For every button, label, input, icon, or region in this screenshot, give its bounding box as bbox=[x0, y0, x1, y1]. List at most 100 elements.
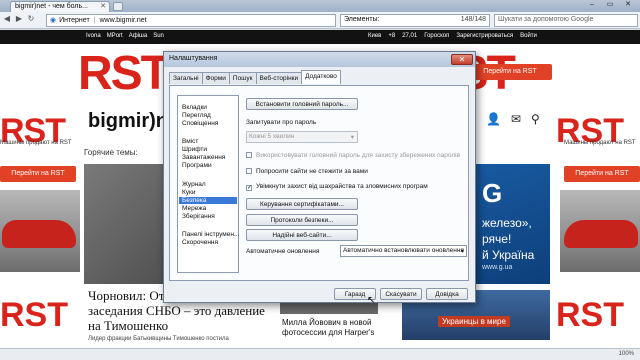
rst-banner-logo[interactable]: RST bbox=[78, 46, 170, 101]
checkbox-label: Попросити сайти не стежити за вами bbox=[256, 168, 368, 175]
minimize-icon[interactable]: – bbox=[584, 0, 600, 10]
blue-ad-text: G bbox=[482, 178, 503, 208]
category-list: Вкладки Перегляд Сповіщення Вміст Шрифти… bbox=[177, 95, 239, 273]
category-item[interactable]: Вміст bbox=[182, 138, 198, 145]
rst-right-logo-bottom[interactable]: RST bbox=[556, 296, 624, 335]
search-input[interactable]: Шукати за допомогою Google bbox=[494, 14, 638, 27]
set-master-password-button[interactable]: Встановити головний пароль... bbox=[246, 98, 358, 110]
blue-ad-text: ряче! bbox=[482, 232, 512, 246]
navigation-bar: ◀ ▶ ↻ ◉ Интернет | www.bigmir.net Элементы:… bbox=[0, 12, 640, 29]
rst-left-button[interactable]: Перейти на RST bbox=[0, 166, 76, 182]
site-link[interactable]: Ivona bbox=[86, 33, 101, 39]
help-button[interactable]: Довідка bbox=[426, 288, 468, 300]
dialog-title-bar[interactable]: Налаштування ✕ bbox=[164, 52, 475, 67]
category-item[interactable]: Перегляд bbox=[182, 112, 211, 119]
browser-tab[interactable]: bigmir)net - чем боль... ✕ bbox=[10, 1, 110, 12]
mail-icon[interactable]: ✉ bbox=[511, 112, 521, 126]
checkbox-label: Використовувати головний пароль для захи… bbox=[256, 152, 461, 159]
settings-dialog: Налаштування ✕ Загальні Форми Пошук Веб-… bbox=[163, 51, 476, 306]
address-url: www.bigmir.net bbox=[99, 17, 147, 24]
tab-search[interactable]: Пошук bbox=[228, 72, 257, 84]
address-bar[interactable]: ◉ Интернет | www.bigmir.net bbox=[46, 14, 336, 27]
window-controls: – ▭ ✕ bbox=[584, 0, 636, 10]
weather-city[interactable]: Киев bbox=[368, 33, 381, 39]
forward-icon[interactable]: ▶ bbox=[14, 14, 24, 23]
login-link[interactable]: Войти bbox=[520, 33, 537, 39]
back-icon[interactable]: ◀ bbox=[2, 14, 12, 23]
category-item[interactable]: Зберігання bbox=[182, 213, 215, 220]
chevron-down-icon[interactable]: ▾ bbox=[461, 247, 464, 255]
search-icon[interactable]: ⚲ bbox=[531, 112, 540, 126]
rst-top-button[interactable]: Перейти на RST bbox=[468, 64, 552, 80]
category-item[interactable]: Програми bbox=[182, 162, 212, 169]
tab-title: bigmir)net - чем боль... bbox=[15, 3, 88, 10]
category-item[interactable]: Шрифти bbox=[182, 146, 207, 153]
close-window-icon[interactable]: ✕ bbox=[620, 0, 636, 10]
find-label: Элементы: bbox=[344, 16, 380, 23]
close-icon[interactable]: ✕ bbox=[451, 54, 473, 65]
category-item[interactable]: Сповіщення bbox=[182, 120, 218, 127]
trusted-websites-button[interactable]: Надійні веб-сайти... bbox=[246, 229, 358, 241]
category-item[interactable]: Панелі інструмен... bbox=[182, 231, 239, 238]
blue-ad-url: www.g.ua bbox=[482, 264, 513, 271]
mouse-cursor-icon: ↖ bbox=[367, 295, 376, 306]
checkbox-box[interactable] bbox=[246, 168, 252, 174]
close-tab-icon[interactable]: ✕ bbox=[100, 2, 106, 10]
tab-advanced[interactable]: Додатково bbox=[301, 70, 341, 84]
hot-topics-label: Горячие темы: bbox=[84, 148, 138, 157]
fraud-protection-checkbox[interactable]: ✓ Увімкнути захист від шахрайства та злов… bbox=[246, 183, 428, 191]
checkbox-label: Увімкнути захист від шахрайства та зловм… bbox=[256, 183, 428, 190]
find-bar[interactable]: Элементы: 148/148 bbox=[340, 14, 490, 27]
ask-password-label: Запитувати про пароль bbox=[246, 119, 317, 126]
reload-icon[interactable]: ↻ bbox=[26, 14, 36, 23]
category-item-selected[interactable]: Безпека bbox=[179, 197, 237, 204]
category-item[interactable]: Журнал bbox=[182, 181, 206, 188]
advanced-panel: Вкладки Перегляд Сповіщення Вміст Шрифти… bbox=[169, 85, 469, 281]
auto-update-label: Автоматичне оновлення bbox=[246, 248, 320, 255]
category-item[interactable]: Скорочення bbox=[182, 239, 218, 246]
globe-icon: ◉ bbox=[50, 17, 57, 24]
site-link[interactable]: Sun bbox=[153, 33, 164, 39]
maximize-icon[interactable]: ▭ bbox=[602, 0, 618, 10]
category-item[interactable]: Вкладки bbox=[182, 104, 207, 111]
security-protocols-button[interactable]: Протоколи безпеки... bbox=[246, 214, 358, 226]
user-icon[interactable]: 👤 bbox=[486, 112, 501, 126]
nav-buttons: ◀ ▶ ↻ bbox=[2, 14, 36, 23]
new-tab-button[interactable] bbox=[113, 2, 123, 11]
blue-ad-text: железо», bbox=[482, 216, 532, 230]
horoscope-link[interactable]: Гороскоп bbox=[424, 33, 449, 39]
checkmark-icon[interactable]: ✓ bbox=[246, 185, 252, 191]
site-link[interactable]: MPort bbox=[107, 33, 123, 39]
car-ad-image[interactable] bbox=[0, 190, 80, 272]
auto-update-value: Автоматично встановлювати оновлення bbox=[343, 247, 464, 254]
do-not-track-checkbox[interactable]: Попросити сайти не стежити за вами bbox=[246, 168, 368, 175]
currency-value[interactable]: 27,01 bbox=[402, 33, 417, 39]
cancel-button[interactable]: Скасувати bbox=[380, 288, 422, 300]
news-subtitle: Лидер фракции Батькивщины Тимошенко пост… bbox=[88, 336, 229, 342]
tab-webpages[interactable]: Веб-сторінки bbox=[255, 72, 303, 84]
car-ad-image[interactable] bbox=[560, 190, 640, 272]
find-count: 148/148 bbox=[460, 16, 486, 23]
status-bar: 100% bbox=[0, 348, 640, 360]
ask-password-value: Кожні 5 хвилин bbox=[249, 133, 295, 140]
tab-bar: bigmir)net - чем боль... ✕ – ▭ ✕ bbox=[0, 0, 640, 12]
category-item[interactable]: Куки bbox=[182, 189, 196, 196]
site-link[interactable]: Афіша bbox=[129, 33, 148, 39]
search-placeholder: Шукати за допомогою Google bbox=[498, 16, 594, 23]
rst-left-logo-bottom[interactable]: RST bbox=[0, 296, 68, 335]
manage-certificates-button[interactable]: Керування сертифікатами... bbox=[246, 198, 358, 210]
blue-ad-text: й Україна bbox=[482, 248, 535, 262]
auto-update-select[interactable]: Автоматично встановлювати оновлення ▾ bbox=[340, 245, 467, 257]
dialog-title: Налаштування bbox=[169, 55, 218, 62]
checkbox-box bbox=[246, 152, 252, 158]
category-item[interactable]: Мережа bbox=[182, 205, 206, 212]
address-separator: | bbox=[93, 17, 96, 24]
tab-general[interactable]: Загальні bbox=[169, 72, 203, 84]
chevron-down-icon: ▾ bbox=[350, 134, 354, 141]
tab-forms[interactable]: Форми bbox=[201, 72, 230, 84]
zoom-level[interactable]: 100% bbox=[619, 351, 634, 357]
category-item[interactable]: Завантаження bbox=[182, 154, 225, 161]
register-link[interactable]: Зарегистрироваться bbox=[456, 33, 513, 39]
rst-right-button[interactable]: Перейти на RST bbox=[564, 166, 640, 182]
news-link[interactable]: Милла Йовович в новой фотосессии для Har… bbox=[282, 318, 392, 338]
